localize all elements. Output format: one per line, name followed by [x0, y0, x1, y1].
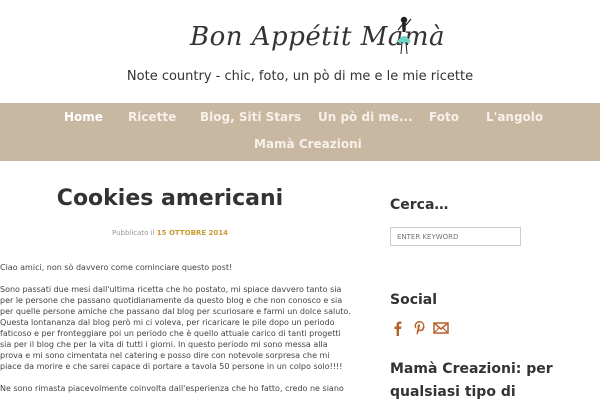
post-meta-prefix: Pubblicato il [111, 229, 155, 237]
pinterest-icon[interactable] [412, 320, 428, 336]
social-heading: Social [390, 292, 438, 308]
nav-item-mama-creazioni[interactable]: Mamà Creazioni [254, 137, 362, 151]
post-paragraph: Ciao amici, non sò davvero come comincia… [0, 263, 233, 272]
post-paragraph: Ne sono rimasta piacevolmente coinvolta … [0, 384, 344, 393]
search-input[interactable] [390, 227, 521, 246]
main-navigation: Home Ricette Blog, Siti Stars Un pò di m… [0, 103, 600, 161]
nav-item-blog-siti-stars[interactable]: Blog, Siti Stars [200, 110, 301, 124]
nav-item-ricette[interactable]: Ricette [128, 110, 176, 124]
facebook-icon[interactable] [390, 320, 406, 336]
post-body: Ciao amici, non sò davvero come comincia… [0, 262, 352, 400]
nav-item-langolo[interactable]: L'angolo [486, 110, 543, 124]
site-logo[interactable]: Bon Appétit Mamà [0, 14, 600, 60]
lady-silhouette-icon [397, 16, 412, 55]
nav-item-foto[interactable]: Foto [429, 110, 459, 124]
post-date[interactable]: 15 OTTOBRE 2014 [157, 229, 228, 237]
mail-icon[interactable] [433, 320, 449, 336]
nav-item-home[interactable]: Home [64, 110, 103, 124]
site-tagline: Note country - chic, foto, un pò di me e… [126, 69, 474, 84]
mama-creazioni-heading: Mamà Creazioni: per qualsiasi tipo di [390, 361, 553, 400]
post-title[interactable]: Cookies americani [0, 186, 340, 211]
post-paragraph: Sono passati due mesi dall'ultima ricett… [0, 285, 351, 371]
post-meta: Pubblicato il 15 OTTOBRE 2014 [0, 229, 340, 237]
nav-item-un-po-di-me[interactable]: Un pò di me... [318, 110, 413, 124]
search-heading: Cerca… [390, 197, 449, 213]
